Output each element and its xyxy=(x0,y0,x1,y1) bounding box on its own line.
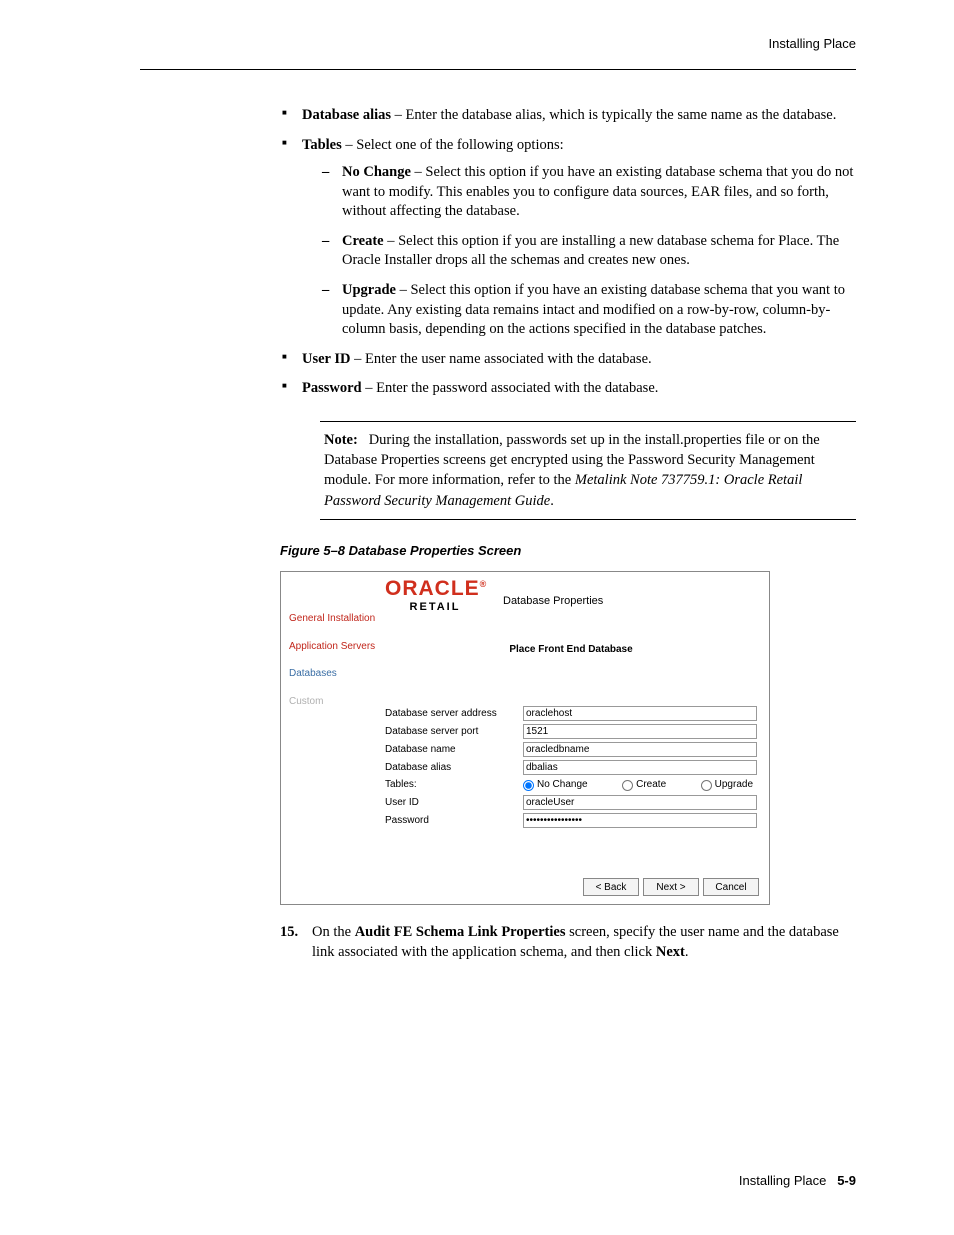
sub-text: – Select this option if you have an exis… xyxy=(342,164,853,219)
row-dbname: Database name xyxy=(385,742,757,757)
label-port: Database server port xyxy=(385,725,523,739)
running-head: Installing Place xyxy=(140,36,856,51)
step-post: . xyxy=(685,944,689,960)
wizard-buttons: < Back Next > Cancel xyxy=(583,878,759,896)
bullet-label: User ID xyxy=(302,351,350,367)
bullet-label: Password xyxy=(302,380,362,396)
label-alias: Database alias xyxy=(385,761,523,775)
header-rule xyxy=(140,69,856,70)
figure-caption: Figure 5–8 Database Properties Screen xyxy=(280,542,856,560)
step-b1: Audit FE Schema Link Properties xyxy=(355,924,566,940)
label-address: Database server address xyxy=(385,707,523,721)
radio-create-input[interactable] xyxy=(622,780,633,791)
bullet-tables: Tables – Select one of the following opt… xyxy=(302,136,856,340)
sub-label: Create xyxy=(342,233,384,249)
input-address[interactable] xyxy=(523,706,757,721)
logo-reg: ® xyxy=(480,579,487,589)
body-content: Database alias – Enter the database alia… xyxy=(280,106,856,963)
row-alias: Database alias xyxy=(385,760,757,775)
retail-label: RETAIL xyxy=(385,600,485,615)
bullet-text: – Enter the user name associated with th… xyxy=(350,351,651,367)
logo-text: ORACLE xyxy=(385,577,480,600)
sidebar-item-appservers[interactable]: Application Servers xyxy=(289,640,379,654)
label-userid: User ID xyxy=(385,796,523,810)
back-button[interactable]: < Back xyxy=(583,878,639,896)
radio-upgrade[interactable]: Upgrade xyxy=(701,778,753,792)
sub-text: – Select this option if you are installi… xyxy=(342,233,839,269)
cancel-button[interactable]: Cancel xyxy=(703,878,759,896)
bullet-label: Tables xyxy=(302,137,342,153)
label-password: Password xyxy=(385,814,523,828)
step-15: 15. On the Audit FE Schema Link Properti… xyxy=(280,923,856,962)
sidebar-item-custom: Custom xyxy=(289,695,379,709)
bullet-user-id: User ID – Enter the user name associated… xyxy=(302,350,856,370)
radio-label: Upgrade xyxy=(715,778,753,792)
footer-text: Installing Place xyxy=(739,1173,826,1188)
input-port[interactable] xyxy=(523,724,757,739)
sub-create: Create – Select this option if you are i… xyxy=(342,232,856,271)
wizard-subtitle: Place Front End Database xyxy=(385,643,757,657)
input-dbname[interactable] xyxy=(523,742,757,757)
sub-label: Upgrade xyxy=(342,282,396,298)
footer-page: 5-9 xyxy=(837,1173,856,1188)
row-password: Password xyxy=(385,813,757,828)
step-b2: Next xyxy=(656,944,685,960)
sub-upgrade: Upgrade – Select this option if you have… xyxy=(342,281,856,340)
sub-label: No Change xyxy=(342,164,411,180)
input-userid[interactable] xyxy=(523,795,757,810)
wizard-main: ORACLE® RETAIL Database Properties Place… xyxy=(383,572,769,904)
wizard-title: Database Properties xyxy=(503,594,603,609)
label-dbname: Database name xyxy=(385,743,523,757)
page-footer: Installing Place 5-9 xyxy=(140,1173,856,1188)
bullet-text: – Select one of the following options: xyxy=(342,137,564,153)
radio-upgrade-input[interactable] xyxy=(701,780,712,791)
row-tables: Tables: No Change Create Upgrade xyxy=(385,778,757,792)
input-alias[interactable] xyxy=(523,760,757,775)
bullet-text: – Enter the database alias, which is typ… xyxy=(391,107,836,123)
wizard-screenshot: General Installation Application Servers… xyxy=(280,571,770,905)
row-userid: User ID xyxy=(385,795,757,810)
radio-group-tables: No Change Create Upgrade xyxy=(523,778,757,792)
step-number: 15. xyxy=(280,923,298,943)
radio-create[interactable]: Create xyxy=(622,778,666,792)
sidebar-item-general[interactable]: General Installation xyxy=(289,612,379,626)
radio-no-change-input[interactable] xyxy=(523,780,534,791)
note-body-post: . xyxy=(550,493,554,509)
step-pre: On the xyxy=(312,924,355,940)
wizard-sidebar: General Installation Application Servers… xyxy=(281,572,383,904)
bullet-password: Password – Enter the password associated… xyxy=(302,379,856,399)
bullet-label: Database alias xyxy=(302,107,391,123)
note-label: Note: xyxy=(324,432,358,448)
radio-no-change[interactable]: No Change xyxy=(523,778,588,792)
bullet-text: – Enter the password associated with the… xyxy=(362,380,659,396)
input-password[interactable] xyxy=(523,813,757,828)
bullet-db-alias: Database alias – Enter the database alia… xyxy=(302,106,856,126)
radio-label: Create xyxy=(636,778,666,792)
row-address: Database server address xyxy=(385,706,757,721)
next-button[interactable]: Next > xyxy=(643,878,699,896)
row-port: Database server port xyxy=(385,724,757,739)
radio-label: No Change xyxy=(537,778,588,792)
oracle-logo: ORACLE® xyxy=(385,577,486,600)
sub-text: – Select this option if you have an exis… xyxy=(342,282,845,337)
label-tables: Tables: xyxy=(385,778,523,792)
sub-no-change: No Change – Select this option if you ha… xyxy=(342,163,856,222)
note-box: Note: During the installation, passwords… xyxy=(320,421,856,520)
sidebar-item-databases[interactable]: Databases xyxy=(289,667,379,681)
